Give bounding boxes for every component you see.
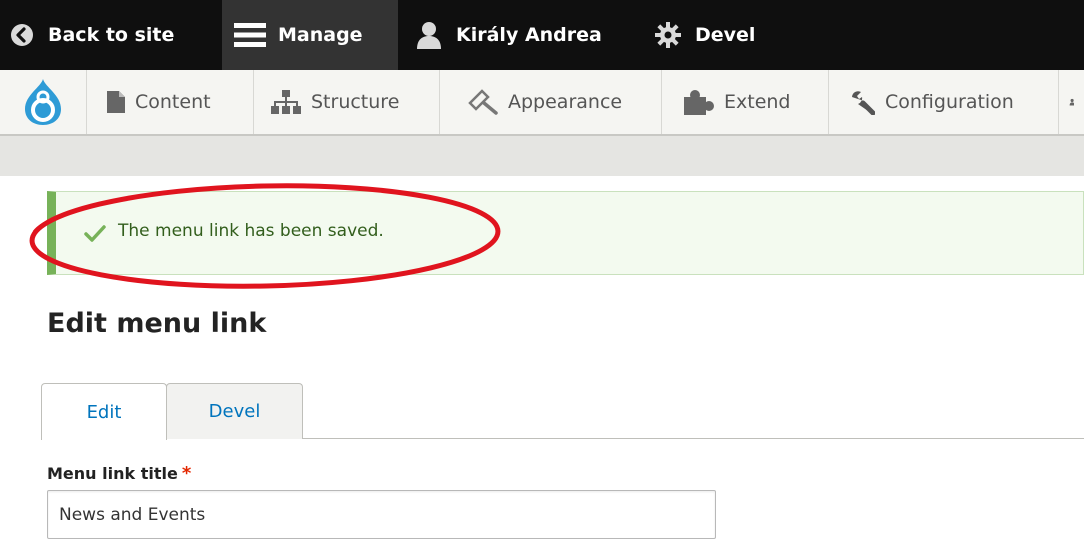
tray-item-label: Structure xyxy=(311,91,400,113)
tray-item-extend[interactable]: Extend xyxy=(661,70,828,134)
tab-devel-label: Devel xyxy=(208,401,261,422)
back-to-site-link[interactable]: Back to site xyxy=(0,0,222,70)
manage-tab[interactable]: Manage xyxy=(222,0,398,70)
admin-tray: Content Structure Appearance Extend Conf… xyxy=(0,70,1084,136)
menu-link-title-label-text: Menu link title xyxy=(47,464,178,483)
tray-item-content[interactable]: Content xyxy=(86,70,253,134)
breadcrumb-region xyxy=(0,136,1084,176)
hamburger-icon xyxy=(234,23,266,47)
tab-edit[interactable]: Edit xyxy=(41,383,167,440)
puzzle-icon xyxy=(684,90,714,115)
wrench-icon xyxy=(852,91,875,115)
tray-item-appearance[interactable]: Appearance xyxy=(439,70,661,134)
user-tab[interactable]: Király Andrea xyxy=(410,0,640,70)
paintbrush-icon xyxy=(468,89,498,115)
annotation-ellipse xyxy=(29,183,501,289)
tab-edit-label: Edit xyxy=(86,401,122,423)
tab-devel[interactable]: Devel xyxy=(166,383,303,439)
admin-toolbar: Back to site Manage Király Andrea Devel xyxy=(0,0,1084,70)
gear-icon xyxy=(655,22,681,48)
user-label: Király Andrea xyxy=(456,24,602,46)
tray-item-label: Appearance xyxy=(508,91,623,113)
page-title: Edit menu link xyxy=(47,308,267,339)
menu-link-title-value: News and Events xyxy=(59,504,206,525)
tray-item-configuration[interactable]: Configuration xyxy=(828,70,1058,134)
user-icon xyxy=(417,22,441,49)
devel-tab[interactable]: Devel xyxy=(655,0,805,70)
tray-item-label: Content xyxy=(135,91,211,113)
sitemap-icon xyxy=(271,90,301,114)
person-icon xyxy=(1069,98,1074,106)
file-icon xyxy=(107,91,125,113)
back-to-site-label: Back to site xyxy=(48,24,175,46)
menu-link-title-input[interactable]: News and Events xyxy=(47,490,716,539)
required-marker: * xyxy=(181,463,192,484)
drupal-drop-icon xyxy=(25,79,61,125)
manage-label: Manage xyxy=(278,24,363,46)
tray-item-structure[interactable]: Structure xyxy=(253,70,439,134)
tray-item-label: Configuration xyxy=(885,91,1014,113)
tray-item-label: Extend xyxy=(724,91,791,113)
back-arrow-icon xyxy=(11,24,33,46)
tray-item-people[interactable] xyxy=(1058,70,1084,134)
menu-link-title-label: Menu link title * xyxy=(47,463,191,484)
drupal-logo[interactable] xyxy=(0,70,86,134)
devel-label: Devel xyxy=(695,24,756,46)
